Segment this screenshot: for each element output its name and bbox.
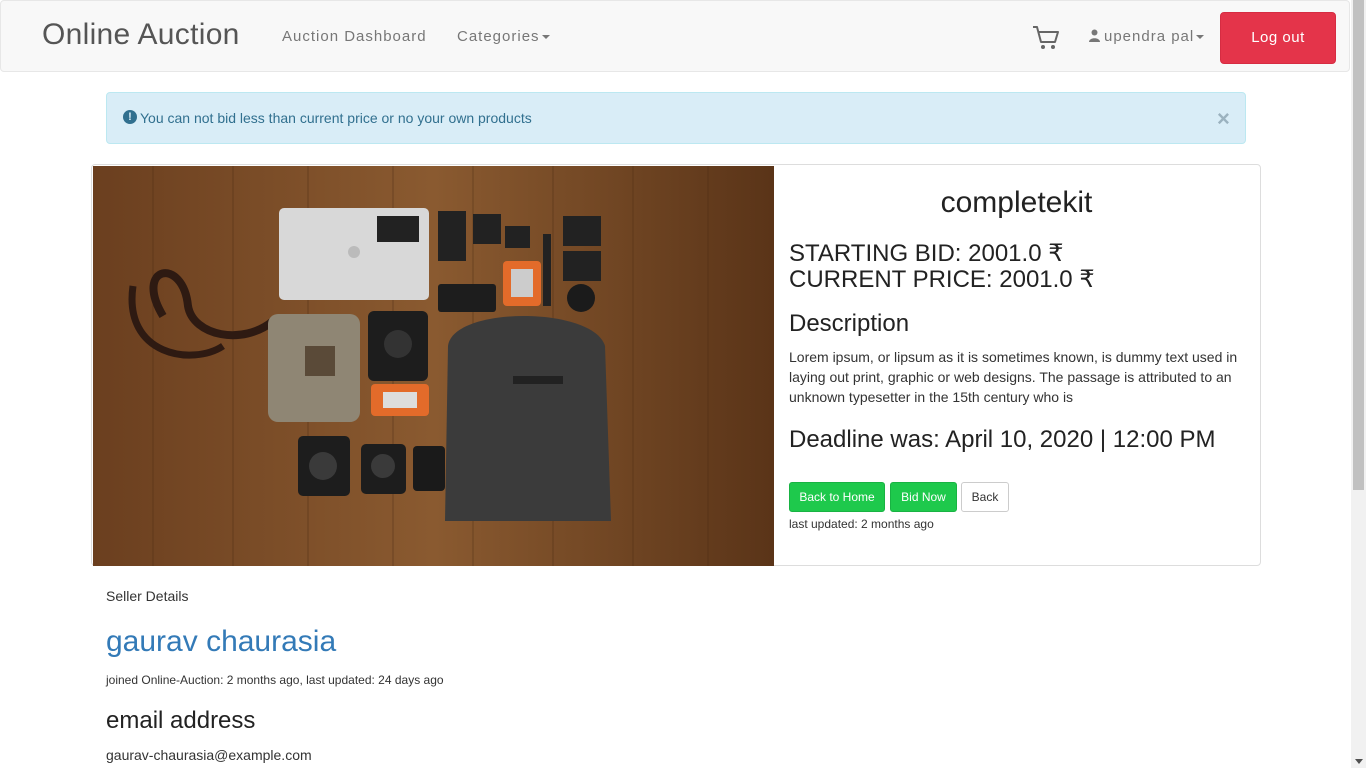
last-updated-text: last updated: 2 months ago — [789, 517, 934, 531]
product-title: completekit — [940, 186, 1093, 219]
starting-bid: STARTING BID: 2001.0 ₹ — [789, 240, 1064, 267]
seller-meta: joined Online-Auction: 2 months ago, las… — [106, 673, 444, 687]
user-icon — [1089, 29, 1100, 42]
logout-button[interactable]: Log out — [1220, 12, 1336, 64]
nav-categories-label: Categories — [457, 28, 540, 45]
nav-auction-dashboard[interactable]: Auction Dashboard — [282, 28, 427, 45]
navbar: Online Auction Auction Dashboard Categor… — [0, 0, 1350, 72]
seller-email: gaurav-chaurasia@example.com — [106, 747, 312, 763]
alert-message: You can not bid less than current price … — [140, 110, 532, 126]
user-name: upendra pal — [1104, 28, 1195, 45]
bid-now-button[interactable]: Bid Now — [890, 482, 957, 512]
description-heading: Description — [789, 310, 910, 337]
exclamation-circle-icon: ! — [123, 110, 137, 124]
current-price: CURRENT PRICE: 2001.0 ₹ — [789, 266, 1095, 293]
email-heading: email address — [106, 707, 256, 734]
brand-link[interactable]: Online Auction — [42, 18, 240, 52]
page-scrollbar[interactable] — [1351, 0, 1366, 768]
info-alert: ! You can not bid less than current pric… — [106, 92, 1246, 144]
seller-name-link[interactable]: gaurav chaurasia — [106, 625, 336, 659]
product-panel: completekit STARTING BID: 2001.0 ₹ CURRE… — [91, 164, 1261, 566]
shopping-cart-icon[interactable] — [1032, 25, 1060, 51]
seller-details-label: Seller Details — [106, 588, 189, 604]
product-image — [93, 166, 774, 566]
description-text: Lorem ipsum, or lipsum as it is sometime… — [789, 349, 1238, 405]
nav-categories-dropdown[interactable]: Categories — [457, 28, 550, 45]
product-info: completekit STARTING BID: 2001.0 ₹ CURRE… — [789, 165, 1249, 565]
alert-close-button[interactable]: × — [1217, 106, 1230, 132]
caret-down-icon — [541, 35, 550, 40]
back-button[interactable]: Back — [961, 482, 1009, 512]
deadline-text: Deadline was: April 10, 2020 | 12:00 PM — [789, 426, 1216, 453]
back-to-home-button[interactable]: Back to Home — [789, 482, 885, 512]
scrollbar-thumb[interactable] — [1353, 0, 1364, 490]
scroll-down-arrow-icon[interactable] — [1355, 759, 1363, 764]
user-menu-dropdown[interactable]: upendra pal — [1089, 28, 1205, 45]
caret-down-icon — [1196, 35, 1205, 40]
